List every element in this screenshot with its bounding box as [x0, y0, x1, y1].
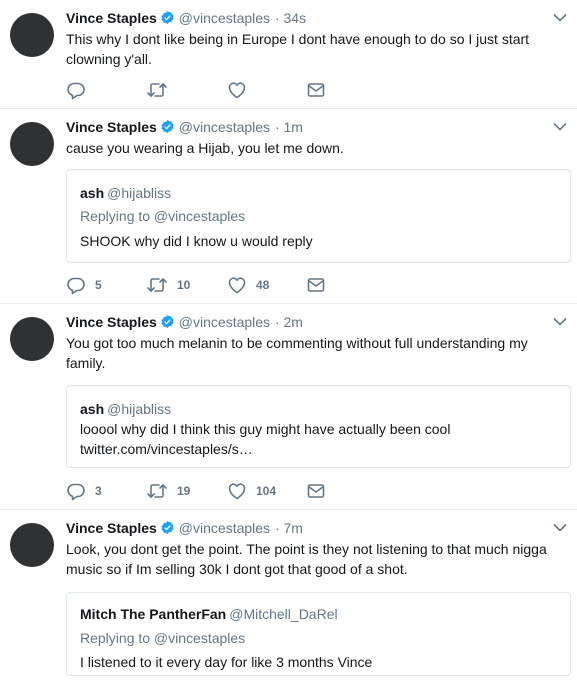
verified-icon	[160, 520, 175, 535]
heart-icon	[227, 80, 247, 100]
retweet-button[interactable]: 10	[146, 275, 190, 295]
reply-button[interactable]: 5	[66, 275, 102, 295]
author-handle[interactable]: @vincestaples	[179, 10, 270, 26]
tweet-header: Vince Staples @vincestaples · 7m	[66, 519, 303, 537]
author-name[interactable]: Vince Staples	[66, 119, 157, 135]
chevron-down-icon[interactable]	[553, 317, 567, 326]
quoted-author-name: ash	[80, 401, 105, 417]
quoted-text: I listened to it every day for like 3 mo…	[80, 654, 373, 670]
direct-message-button[interactable]	[306, 80, 326, 100]
reply-icon	[66, 80, 86, 100]
quoted-author: ash @hijabliss	[80, 400, 171, 418]
author-name[interactable]: Vince Staples	[66, 314, 157, 330]
retweet-button[interactable]: 19	[146, 481, 190, 501]
replying-to: Replying to @vincestaples	[80, 208, 246, 224]
reply-count: 3	[95, 484, 102, 498]
retweet-count: 10	[177, 278, 191, 292]
like-count: 48	[256, 278, 270, 292]
tweet-text: Look, you dont get the point. The point …	[66, 541, 547, 577]
like-button[interactable]: 48	[227, 275, 269, 295]
reply-button[interactable]	[66, 80, 95, 100]
quoted-author-handle: @hijabliss	[107, 401, 172, 417]
chevron-down-icon[interactable]	[553, 523, 567, 532]
quoted-tweet[interactable]: ash @hijabliss Replying to @vincestaples …	[66, 169, 571, 263]
author-handle[interactable]: @vincestaples	[179, 314, 270, 330]
author-name[interactable]: Vince Staples	[66, 520, 157, 536]
timestamp[interactable]: · 2m	[275, 314, 303, 330]
quoted-text: looool why did I think this guy might ha…	[80, 421, 451, 437]
avatar[interactable]	[10, 317, 54, 361]
quoted-author-handle: @Mitchell_DaRel	[229, 606, 338, 622]
reply-icon	[66, 275, 86, 295]
quoted-author-name: Mitch The PantherFan	[80, 606, 227, 622]
quoted-author-name: ash	[80, 185, 105, 201]
heart-icon	[227, 275, 247, 295]
heart-icon	[227, 481, 247, 501]
verified-icon	[160, 10, 175, 25]
reply-button[interactable]: 3	[66, 481, 102, 501]
avatar[interactable]	[10, 523, 54, 567]
like-button[interactable]	[227, 80, 256, 100]
tweet-text: cause you wearing a Hijab, you let me do…	[66, 140, 344, 156]
retweet-icon	[146, 275, 168, 295]
tweet[interactable]: Vince Staples @vincestaples · 1m cause yo…	[0, 109, 577, 304]
chevron-down-icon[interactable]	[553, 13, 567, 22]
tweet-header: Vince Staples @vincestaples · 34s	[66, 9, 306, 27]
tweet[interactable]: Vince Staples @vincestaples · 2m You got …	[0, 304, 577, 510]
tweet-text: You got too much melanin to be commentin…	[66, 335, 528, 371]
envelope-icon	[306, 275, 326, 295]
chevron-down-icon[interactable]	[553, 122, 567, 131]
avatar[interactable]	[10, 122, 54, 166]
tweet[interactable]: Vince Staples @vincestaples · 7m Look, yo…	[0, 510, 577, 699]
replying-to: Replying to @vincestaples	[80, 630, 246, 646]
timestamp[interactable]: · 7m	[275, 520, 303, 536]
envelope-icon	[306, 481, 326, 501]
quoted-author: Mitch The PantherFan @Mitchell_DaRel	[80, 605, 338, 623]
timestamp[interactable]: · 34s	[275, 10, 306, 26]
quoted-text: SHOOK why did I know u would reply	[80, 233, 313, 249]
reply-icon	[66, 481, 86, 501]
retweet-icon	[146, 80, 168, 100]
direct-message-button[interactable]	[306, 275, 326, 295]
direct-message-button[interactable]	[306, 481, 326, 501]
author-name[interactable]: Vince Staples	[66, 10, 157, 26]
quoted-link[interactable]: twitter.com/vincestaples/s…	[80, 440, 253, 458]
quoted-author-handle: @hijabliss	[107, 185, 172, 201]
author-handle[interactable]: @vincestaples	[179, 520, 270, 536]
envelope-icon	[306, 80, 326, 100]
tweet-header: Vince Staples @vincestaples · 1m	[66, 118, 303, 136]
retweet-count: 19	[177, 484, 191, 498]
quoted-tweet[interactable]: Mitch The PantherFan @Mitchell_DaRel Repl…	[66, 592, 571, 676]
quoted-tweet[interactable]: ash @hijabliss looool why did I think thi…	[66, 385, 571, 468]
timestamp[interactable]: · 1m	[275, 119, 303, 135]
tweet-text: This why I dont like being in Europe I d…	[66, 31, 530, 67]
tweet-header: Vince Staples @vincestaples · 2m	[66, 313, 303, 331]
like-button[interactable]: 104	[227, 481, 276, 501]
tweet[interactable]: Vince Staples @vincestaples · 34s This wh…	[0, 0, 577, 109]
verified-icon	[160, 119, 175, 134]
retweet-button[interactable]	[146, 80, 177, 100]
like-count: 104	[256, 484, 277, 498]
quoted-author: ash @hijabliss	[80, 184, 171, 202]
avatar[interactable]	[10, 13, 54, 57]
retweet-icon	[146, 481, 168, 501]
verified-icon	[160, 314, 175, 329]
author-handle[interactable]: @vincestaples	[179, 119, 270, 135]
reply-count: 5	[95, 278, 102, 292]
